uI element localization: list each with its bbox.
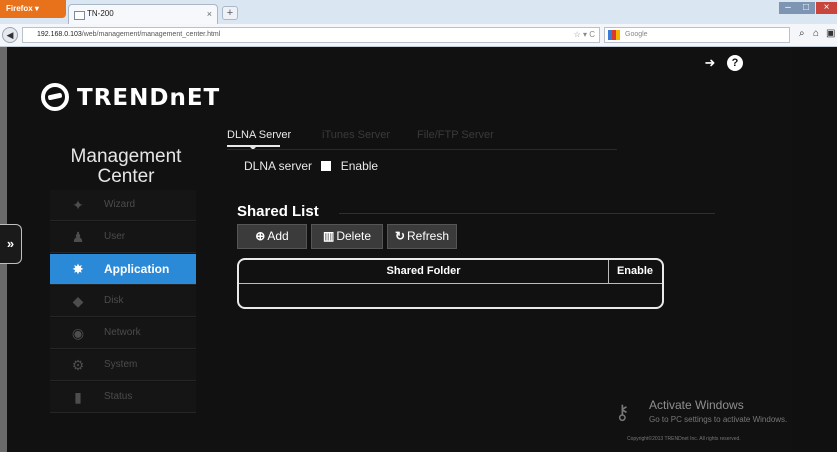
firefox-menu-button[interactable]: Firefox ▾ — [0, 0, 66, 18]
sidebar-item-label: Application — [104, 262, 170, 276]
url-bar[interactable]: 192.168.0.103/web/management/management_… — [22, 27, 600, 43]
window-maximize-button[interactable]: □ — [797, 2, 815, 14]
search-placeholder: Google — [625, 31, 648, 38]
shared-folder-table: Shared Folder Enable — [237, 258, 664, 309]
browser-tab-bar: Firefox ▾ TN-200 × + – □ × — [0, 0, 837, 24]
expand-sidebar-button[interactable]: » — [0, 224, 22, 264]
sidebar-item-application[interactable]: ✸ Application — [50, 254, 196, 285]
table-header: Shared Folder Enable — [239, 260, 662, 284]
add-button[interactable]: ⊕ Add — [237, 224, 307, 249]
sidebar-item-label: Network — [104, 327, 141, 338]
browser-tab[interactable]: TN-200 × — [68, 4, 218, 24]
tab-divider — [227, 149, 617, 150]
sidebar-item-label: Status — [104, 391, 133, 402]
browser-nav-bar: ◀ 192.168.0.103/web/management/managemen… — [0, 24, 837, 47]
refresh-icon: ↻ — [394, 229, 406, 243]
delete-button[interactable]: ▥ Delete — [311, 224, 383, 249]
home-icon[interactable]: ⌂ — [813, 28, 819, 39]
window-minimize-button[interactable]: – — [779, 2, 797, 14]
url-path: /web/management/management_center.html — [81, 31, 221, 38]
watermark-title: Activate Windows — [649, 398, 744, 412]
title-line2: Center — [97, 166, 155, 187]
management-center-app: TRENDnET ➜ ? Management Center ✦ Wizard … — [7, 47, 792, 452]
trendnet-logo-icon — [41, 83, 69, 111]
delete-label: Delete — [336, 229, 372, 243]
management-center-title: Management Center — [51, 147, 201, 187]
tab-favicon-icon — [74, 11, 85, 20]
system-icon: ⚙ — [71, 357, 85, 373]
key-icon: ⚷ — [615, 402, 630, 424]
status-icon: ▮ — [74, 389, 82, 405]
tab-title: TN-200 — [87, 9, 114, 18]
sidebar-item-status[interactable]: ▮ Status — [50, 382, 196, 413]
tab-file-ftp-server[interactable]: File/FTP Server — [417, 129, 494, 141]
shared-list-title: Shared List — [237, 203, 319, 220]
column-enable: Enable — [616, 265, 654, 277]
shared-list-divider — [339, 213, 715, 214]
tab-close-icon[interactable]: × — [207, 5, 212, 23]
sidebar-item-label: User — [104, 231, 126, 242]
google-icon — [608, 30, 620, 40]
logout-icon[interactable]: ➜ — [701, 55, 719, 71]
dlna-server-row: DLNA server Enable — [244, 159, 378, 173]
page-viewport: TRENDnET ➜ ? Management Center ✦ Wizard … — [0, 47, 837, 452]
new-tab-button[interactable]: + — [222, 6, 238, 20]
sidebar-item-label: Disk — [104, 295, 124, 306]
sidebar-item-label: Wizard — [104, 199, 136, 210]
back-button[interactable]: ◀ — [2, 27, 18, 43]
tab-dlna-server[interactable]: DLNA Server — [227, 129, 291, 141]
disk-icon: ◆ — [72, 293, 84, 309]
refresh-button[interactable]: ↻ Refresh — [387, 224, 457, 249]
title-line1: Management — [70, 146, 182, 167]
user-icon: ♟ — [71, 229, 85, 245]
application-icon: ✸ — [72, 261, 84, 277]
sidebar-item-user[interactable]: ♟ User — [50, 222, 196, 253]
sidebar-item-label: System — [104, 359, 138, 370]
sidebar: ✦ Wizard ♟ User ✸ Application ◆ Disk ◉ N… — [50, 190, 196, 414]
tab-itunes-server[interactable]: iTunes Server — [322, 129, 390, 141]
refresh-label: Refresh — [407, 229, 450, 243]
dlna-server-label: DLNA server — [244, 159, 313, 173]
search-bar[interactable]: Google — [604, 27, 790, 43]
help-icon[interactable]: ? — [727, 55, 743, 71]
dlna-enable-checkbox[interactable] — [321, 161, 332, 171]
url-bar-icons[interactable]: ☆ ▾ C — [574, 28, 595, 42]
network-icon: ◉ — [71, 325, 85, 341]
sidebar-item-wizard[interactable]: ✦ Wizard — [50, 190, 196, 221]
sidebar-item-network[interactable]: ◉ Network — [50, 318, 196, 349]
copyright-text: Copyright©2013 TRENDnet Inc. All rights … — [627, 436, 741, 442]
menu-icon[interactable]: ▣ — [826, 28, 835, 39]
enable-label: Enable — [340, 159, 379, 173]
url-host: 192.168.0.103 — [37, 31, 82, 38]
sidebar-item-system[interactable]: ⚙ System — [50, 350, 196, 381]
search-icon[interactable]: ⌕ — [799, 28, 805, 39]
add-label: Add — [267, 229, 289, 243]
trash-icon: ▥ — [322, 229, 335, 243]
wand-icon: ✦ — [72, 197, 84, 213]
watermark-subtitle: Go to PC settings to activate Windows. — [649, 415, 788, 424]
column-shared-folder: Shared Folder — [239, 260, 609, 283]
add-icon: ⊕ — [255, 229, 266, 243]
right-margin — [792, 47, 837, 452]
logo-text: TRENDnET — [77, 85, 221, 111]
window-close-button[interactable]: × — [816, 2, 837, 14]
sidebar-item-disk[interactable]: ◆ Disk — [50, 286, 196, 317]
